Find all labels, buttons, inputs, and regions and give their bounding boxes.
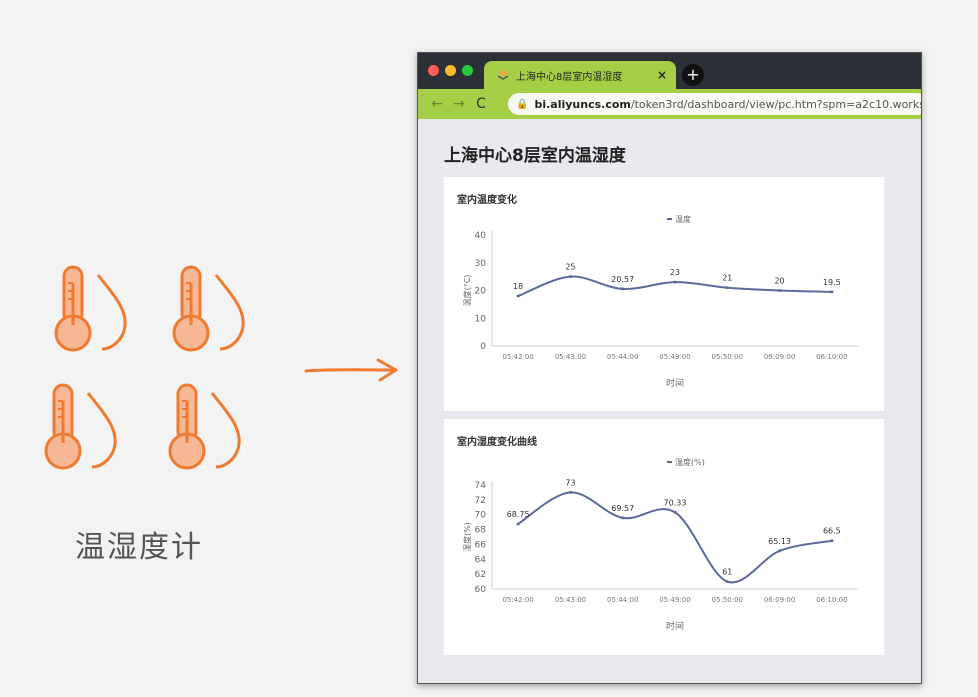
y-tick-label: 64 (475, 555, 487, 565)
data-label: 69.57 (611, 504, 634, 513)
url-path: /token3rd/dashboard/view/pc.htm?spm=a2c1… (630, 97, 921, 111)
y-tick-label: 70 (475, 511, 487, 521)
data-point (516, 522, 520, 526)
y-axis-label: 温度(°C) (462, 275, 472, 307)
x-tick-label: 06:10:00 (816, 353, 847, 361)
y-tick-label: 66 (475, 540, 487, 550)
data-label: 20.57 (611, 275, 634, 284)
page-title: 上海中心8层室内温湿度 (444, 146, 626, 166)
x-tick-label: 05:43:00 (555, 353, 586, 361)
x-axis-label: 时间 (666, 377, 684, 389)
x-tick-label: 05:50:00 (712, 596, 743, 604)
y-tick-label: 68 (475, 526, 487, 536)
favicon-icon (497, 70, 509, 80)
x-tick-label: 05:43:00 (555, 596, 586, 604)
y-tick-label: 62 (475, 570, 486, 580)
x-tick-label: 05:44:00 (607, 353, 638, 361)
x-axis-label: 时间 (666, 620, 684, 632)
x-tick-label: 06:09:00 (764, 353, 795, 361)
data-point (778, 289, 782, 292)
data-label: 65.13 (768, 537, 791, 546)
thermometer-icons (40, 255, 270, 485)
lock-icon: 🔒 (516, 98, 529, 110)
x-tick-label: 05:42:00 (502, 596, 533, 604)
thermometer-icon (172, 265, 245, 352)
x-tick-label: 05:42:00 (502, 353, 533, 361)
url-host: bi.aliyuncs.com (534, 97, 631, 111)
close-window-button[interactable] (428, 65, 439, 76)
thermometer-icon (54, 265, 127, 352)
data-label: 70.33 (664, 498, 687, 507)
legend-label: 湿度(%) (675, 457, 705, 467)
url-field[interactable]: 🔒 bi.aliyuncs.com/token3rd/dashboard/vie… (508, 93, 921, 115)
data-point (830, 539, 834, 543)
new-tab-button[interactable]: + (682, 64, 704, 86)
data-point (673, 510, 677, 514)
legend-label: 温度 (675, 214, 691, 224)
y-tick-label: 30 (475, 259, 487, 269)
data-label: 73 (565, 478, 575, 487)
data-label: 21 (722, 274, 732, 283)
data-label: 68.75 (507, 510, 530, 519)
y-tick-label: 74 (475, 481, 487, 491)
caption: 温湿度计 (75, 530, 203, 565)
temperature-chart: 温度 40 30 20 10 0 温度(°C) 05:42:00 05:43:00 05:44:0… (462, 214, 858, 389)
tab-dashboard[interactable]: 上海中心8层室内温湿度 × (484, 61, 676, 89)
data-point (778, 549, 782, 553)
data-label: 20 (774, 277, 784, 286)
y-axis-label: 湿度(%) (462, 522, 472, 552)
data-label: 18 (513, 282, 523, 291)
data-point (568, 490, 572, 494)
title-bar: 上海中心8层室内温湿度 × + (418, 53, 921, 89)
chart-card-humidity: 室内湿度变化曲线 湿度(%) 74 72 70 68 66 64 62 60 湿度(%) 05:42… (444, 419, 884, 655)
y-tick-label: 60 (475, 585, 487, 595)
dashboard-page: 上海中心8层室内温湿度 室内温度变化 温度 40 30 20 10 0 温度(°C) 05:4… (418, 119, 921, 683)
series-line (517, 275, 832, 297)
x-tick-label: 06:10:00 (816, 596, 847, 604)
forward-button[interactable]: → (448, 96, 470, 112)
reload-button[interactable]: C (470, 96, 492, 112)
data-point (725, 286, 729, 290)
address-bar: ← → C 🔒 bi.aliyuncs.com/token3rd/dashboa… (418, 89, 921, 119)
y-tick-label: 40 (475, 231, 487, 241)
humidity-chart: 湿度(%) 74 72 70 68 66 64 62 60 湿度(%) 05:42:00 05:43:… (462, 457, 858, 632)
x-tick-label: 05:44:00 (607, 596, 638, 604)
x-tick-label: 05:49:00 (659, 596, 690, 604)
thermometer-icon (44, 383, 117, 470)
data-label: 66.5 (823, 527, 841, 536)
thermometer-icon (168, 383, 241, 470)
x-tick-label: 06:09:00 (764, 596, 795, 604)
y-tick-label: 10 (475, 314, 487, 324)
data-point (725, 580, 729, 584)
data-point (621, 287, 625, 291)
x-tick-label: 05:50:00 (712, 353, 743, 361)
maximize-window-button[interactable] (462, 65, 473, 76)
y-tick-label: 0 (480, 342, 486, 352)
y-tick-label: 20 (475, 287, 487, 297)
x-tick-label: 05:49:00 (659, 353, 690, 361)
data-label: 23 (670, 268, 680, 277)
data-point (516, 294, 520, 298)
data-point (830, 290, 834, 294)
tab-close-button[interactable]: × (654, 68, 670, 82)
minimize-window-button[interactable] (445, 65, 456, 76)
data-point (673, 280, 677, 284)
arrow-right-icon (304, 358, 398, 382)
chart-card-temperature: 室内温度变化 温度 40 30 20 10 0 温度(°C) 05:42:00 05:43:00… (444, 177, 884, 411)
back-button[interactable]: ← (426, 96, 448, 112)
y-tick-label: 72 (475, 496, 486, 506)
data-point (568, 275, 572, 279)
data-point (621, 516, 625, 520)
data-label: 19.5 (823, 278, 841, 287)
data-label: 61 (722, 568, 732, 577)
tab-title: 上海中心8层室内温湿度 (516, 71, 623, 83)
browser-window: 上海中心8层室内温湿度 × + ← → C 🔒 bi.aliyuncs.com /… (417, 52, 922, 684)
data-label: 25 (565, 263, 575, 272)
